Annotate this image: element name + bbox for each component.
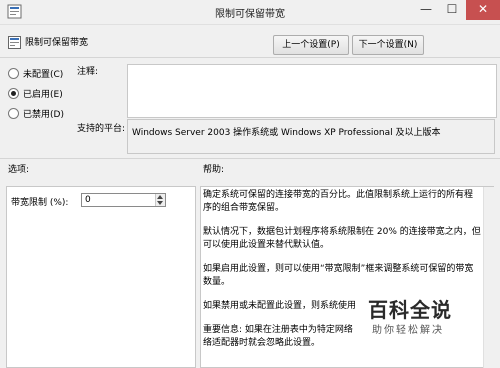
radio-disabled-label: 已禁用(D) xyxy=(23,110,64,120)
minimize-button[interactable]: — xyxy=(414,0,438,20)
watermark-subtitle: 助你轻松解决 xyxy=(372,325,444,336)
policy-setting-icon xyxy=(8,36,21,49)
bandwidth-limit-spinner[interactable]: 0 xyxy=(81,193,166,207)
policy-name: 限制可保留带宽 xyxy=(25,38,89,48)
options-pane xyxy=(6,186,196,368)
radio-disabled-circle[interactable] xyxy=(8,108,19,119)
help-title: 帮助: xyxy=(203,165,225,175)
previous-setting-button[interactable]: 上一个设置(P) xyxy=(273,35,349,55)
spinner-up-icon[interactable] xyxy=(157,195,163,199)
help-paragraph: 默认情况下，数据包计划程序将系统限制在 20% 的连接带宽之内，但可以使用此设置… xyxy=(203,227,481,250)
header-separator xyxy=(0,57,500,58)
spinner-buttons[interactable] xyxy=(155,194,165,206)
comment-textarea[interactable] xyxy=(127,64,497,118)
maximize-button[interactable]: ☐ xyxy=(440,0,464,20)
platform-label: 支持的平台: xyxy=(77,124,126,134)
close-button[interactable]: ✕ xyxy=(466,0,500,20)
bandwidth-limit-value[interactable]: 0 xyxy=(85,195,91,205)
watermark-title: 百科全说 xyxy=(368,298,452,322)
radio-not-configured-label: 未配置(C) xyxy=(23,70,64,80)
next-setting-button[interactable]: 下一个设置(N) xyxy=(352,35,424,55)
comment-label: 注释: xyxy=(77,67,99,77)
options-title: 选项: xyxy=(8,165,30,175)
section-separator xyxy=(0,158,500,159)
radio-enabled-circle[interactable] xyxy=(8,88,19,99)
help-scrollbar[interactable] xyxy=(483,187,494,368)
help-paragraph: 如果启用此设置，则可以使用“带宽限制”框来调整系统可保留的带宽数量。 xyxy=(203,264,474,287)
radio-not-configured-circle[interactable] xyxy=(8,68,19,79)
help-paragraph: 确定系统可保留的连接带宽的百分比。此值限制系统上运行的所有程序的组合带宽保留。 xyxy=(203,190,474,213)
bandwidth-limit-label: 带宽限制 (%): xyxy=(11,198,69,208)
radio-enabled-label: 已启用(E) xyxy=(23,90,63,100)
spinner-down-icon[interactable] xyxy=(157,201,163,205)
platform-value: Windows Server 2003 操作系统或 Windows XP Pro… xyxy=(127,119,495,154)
